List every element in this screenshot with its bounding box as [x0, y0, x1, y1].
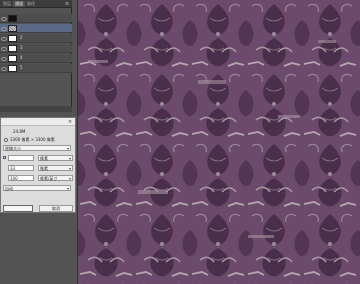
width-row: 像素 ▾ [3, 155, 75, 162]
visibility-eye-icon[interactable] [1, 16, 7, 21]
document-canvas[interactable] [77, 0, 360, 284]
dimensions-row: 3300 像素 × 3300 像素 [4, 137, 55, 143]
image-size-dialog: × 24.8M 3300 像素 × 3300 像素 原稿大小 ▾ 像素 ▾ 33… [0, 117, 76, 213]
visibility-eye-icon[interactable] [1, 26, 7, 31]
layers-panel: 图层 通道 路径 ≡ 2 3 4 5 [0, 0, 72, 112]
layer-thumbnail [8, 15, 17, 22]
fit-to-select[interactable]: 原稿大小 ▾ [3, 145, 71, 151]
visibility-eye-icon[interactable] [1, 66, 7, 71]
chevron-down-icon: ▾ [66, 146, 69, 151]
chevron-down-icon: ▾ [68, 166, 71, 171]
layer-thumbnail [8, 65, 17, 72]
chevron-down-icon: ▾ [66, 186, 69, 191]
height-input[interactable]: 33 [8, 165, 34, 171]
damask-pattern [78, 0, 360, 284]
tab-channels[interactable]: 通道 [13, 1, 25, 7]
resample-value: 自动 [5, 186, 13, 191]
visibility-eye-icon[interactable] [1, 36, 7, 41]
layer-row[interactable]: 2 [0, 34, 72, 43]
dialog-title-bar: × [1, 118, 75, 126]
tab-layers[interactable]: 图层 [1, 1, 13, 7]
height-row: 33 像素 ▾ [3, 165, 75, 172]
dimensions-radio[interactable] [4, 138, 8, 142]
layer-name: 5 [20, 65, 23, 70]
resolution-unit-select[interactable]: 像素/英寸 ▾ [38, 175, 73, 181]
layer-thumbnail [8, 35, 17, 42]
panel-tab-bar: 图层 通道 路径 ≡ [0, 0, 72, 8]
link-icon[interactable] [3, 156, 6, 159]
tab-paths[interactable]: 路径 [25, 1, 37, 7]
height-unit-value: 像素 [40, 166, 48, 171]
layer-thumbnail [8, 55, 17, 62]
layer-row[interactable]: 5 [0, 64, 72, 73]
layer-row[interactable] [0, 24, 72, 33]
resolution-row: 100 像素/英寸 ▾ [3, 175, 75, 182]
ok-button[interactable] [3, 205, 33, 212]
layers-panel-footer [0, 106, 72, 112]
panel-menu-icon[interactable]: ≡ [64, 1, 70, 7]
resample-select[interactable]: 自动 ▾ [3, 185, 71, 191]
layer-name: 4 [20, 55, 23, 60]
layer-row[interactable] [0, 14, 72, 23]
visibility-eye-icon[interactable] [1, 46, 7, 51]
width-input[interactable] [8, 155, 34, 161]
resolution-input[interactable]: 100 [8, 175, 34, 181]
width-unit-select[interactable]: 像素 ▾ [38, 155, 73, 161]
fit-to-value: 原稿大小 [5, 146, 21, 151]
layer-row[interactable]: 4 [0, 54, 72, 63]
chevron-down-icon: ▾ [68, 156, 71, 161]
layer-thumbnail [8, 25, 17, 32]
height-unit-select[interactable]: 像素 ▾ [38, 165, 73, 171]
dimensions-value: 3300 像素 × 3300 像素 [10, 137, 55, 142]
layer-name: 3 [20, 45, 23, 50]
cancel-button[interactable]: 取消 [39, 205, 73, 212]
width-unit-value: 像素 [40, 156, 48, 161]
layer-thumbnail [8, 45, 17, 52]
layer-name: 2 [20, 35, 23, 40]
close-icon[interactable]: × [67, 119, 73, 125]
image-size-value: 24.8M [13, 129, 26, 134]
chevron-down-icon: ▾ [68, 176, 71, 181]
visibility-eye-icon[interactable] [1, 56, 7, 61]
layer-row[interactable]: 3 [0, 44, 72, 53]
resolution-unit-value: 像素/英寸 [40, 176, 58, 181]
